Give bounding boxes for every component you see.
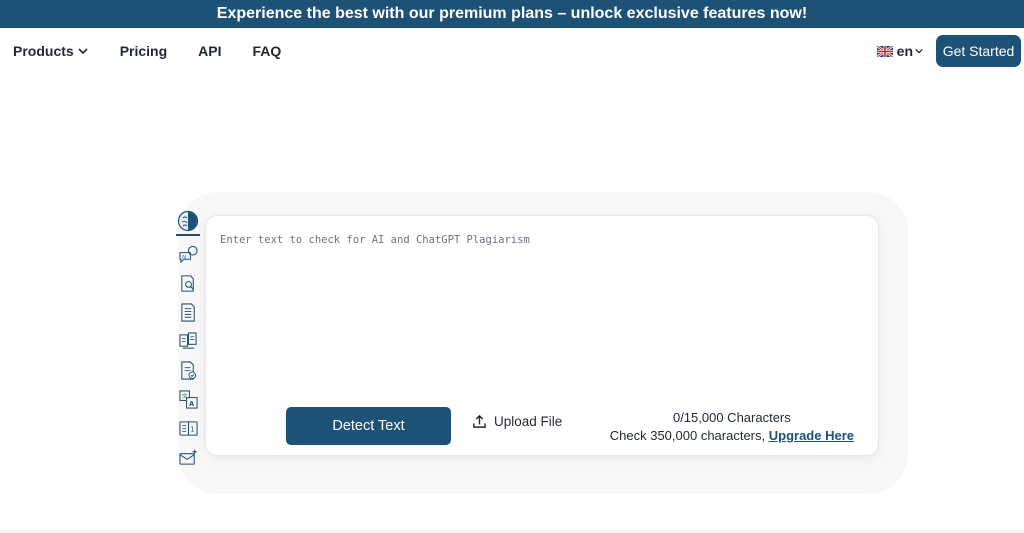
tool-document-compare[interactable] xyxy=(176,329,200,353)
editor-card: Detect Text Upload File 0/15,000 Charact… xyxy=(205,215,879,456)
page-divider xyxy=(0,531,1024,532)
nav-pricing[interactable]: Pricing xyxy=(120,43,167,59)
tool-sidebar: AI 文 A 1 xyxy=(176,207,200,474)
brain-icon xyxy=(177,210,199,231)
detect-text-button[interactable]: Detect Text xyxy=(286,407,451,445)
upload-file-button[interactable]: Upload File xyxy=(472,414,562,429)
ai-chat-icon: AI xyxy=(178,245,198,263)
svg-text:AI: AI xyxy=(181,254,186,260)
document-search-icon xyxy=(180,274,194,292)
nav-products-label: Products xyxy=(13,43,74,59)
chevron-down-icon xyxy=(78,48,88,55)
nav-links: Products Pricing API FAQ xyxy=(13,43,312,59)
get-started-button[interactable]: Get Started xyxy=(936,35,1021,67)
svg-text:文: 文 xyxy=(181,392,187,400)
tool-summarizer[interactable] xyxy=(176,300,200,324)
nav-faq[interactable]: FAQ xyxy=(253,43,282,59)
language-label: en xyxy=(896,43,913,59)
upload-icon xyxy=(473,414,486,428)
uk-flag-icon xyxy=(876,45,893,57)
top-nav: Products Pricing API FAQ en Get Started xyxy=(0,28,1024,74)
tool-ai-chat[interactable]: AI xyxy=(176,242,200,266)
upgrade-line: Check 350,000 characters, Upgrade Here xyxy=(610,427,854,445)
tool-plagiarism-checker[interactable] xyxy=(176,271,200,295)
tool-email-writer[interactable] xyxy=(176,445,200,469)
upgrade-prefix: Check 350,000 characters, xyxy=(609,428,766,443)
nav-api[interactable]: API xyxy=(198,43,221,59)
translate-icon: 文 A xyxy=(178,389,198,409)
svg-text:A: A xyxy=(188,400,194,408)
promo-text: Experience the best with our premium pla… xyxy=(216,5,808,22)
text-input[interactable] xyxy=(220,234,860,394)
tool-translator[interactable]: 文 A xyxy=(176,387,200,411)
email-sparkle-icon xyxy=(178,448,198,465)
tool-ai-detector[interactable] xyxy=(176,207,200,236)
upgrade-link[interactable]: Upgrade Here xyxy=(769,428,854,443)
svg-text:1: 1 xyxy=(190,425,194,433)
document-list-icon xyxy=(180,302,195,322)
document-compare-icon xyxy=(178,331,197,349)
char-count: 0/15,000 Characters xyxy=(672,410,791,425)
character-counter: 0/15,000 Characters Check 350,000 charac… xyxy=(610,409,854,445)
nav-right: en Get Started xyxy=(876,35,1021,67)
tool-content-check[interactable] xyxy=(176,358,200,382)
language-selector[interactable]: en xyxy=(876,43,923,59)
chevron-down-icon xyxy=(915,48,923,54)
promo-banner: Experience the best with our premium pla… xyxy=(0,0,1024,28)
grammar-check-icon: 1 xyxy=(178,420,198,436)
upload-file-label: Upload File xyxy=(494,414,563,429)
nav-products[interactable]: Products xyxy=(13,43,88,59)
document-check-icon xyxy=(180,360,196,380)
tool-grammar[interactable]: 1 xyxy=(176,416,200,440)
